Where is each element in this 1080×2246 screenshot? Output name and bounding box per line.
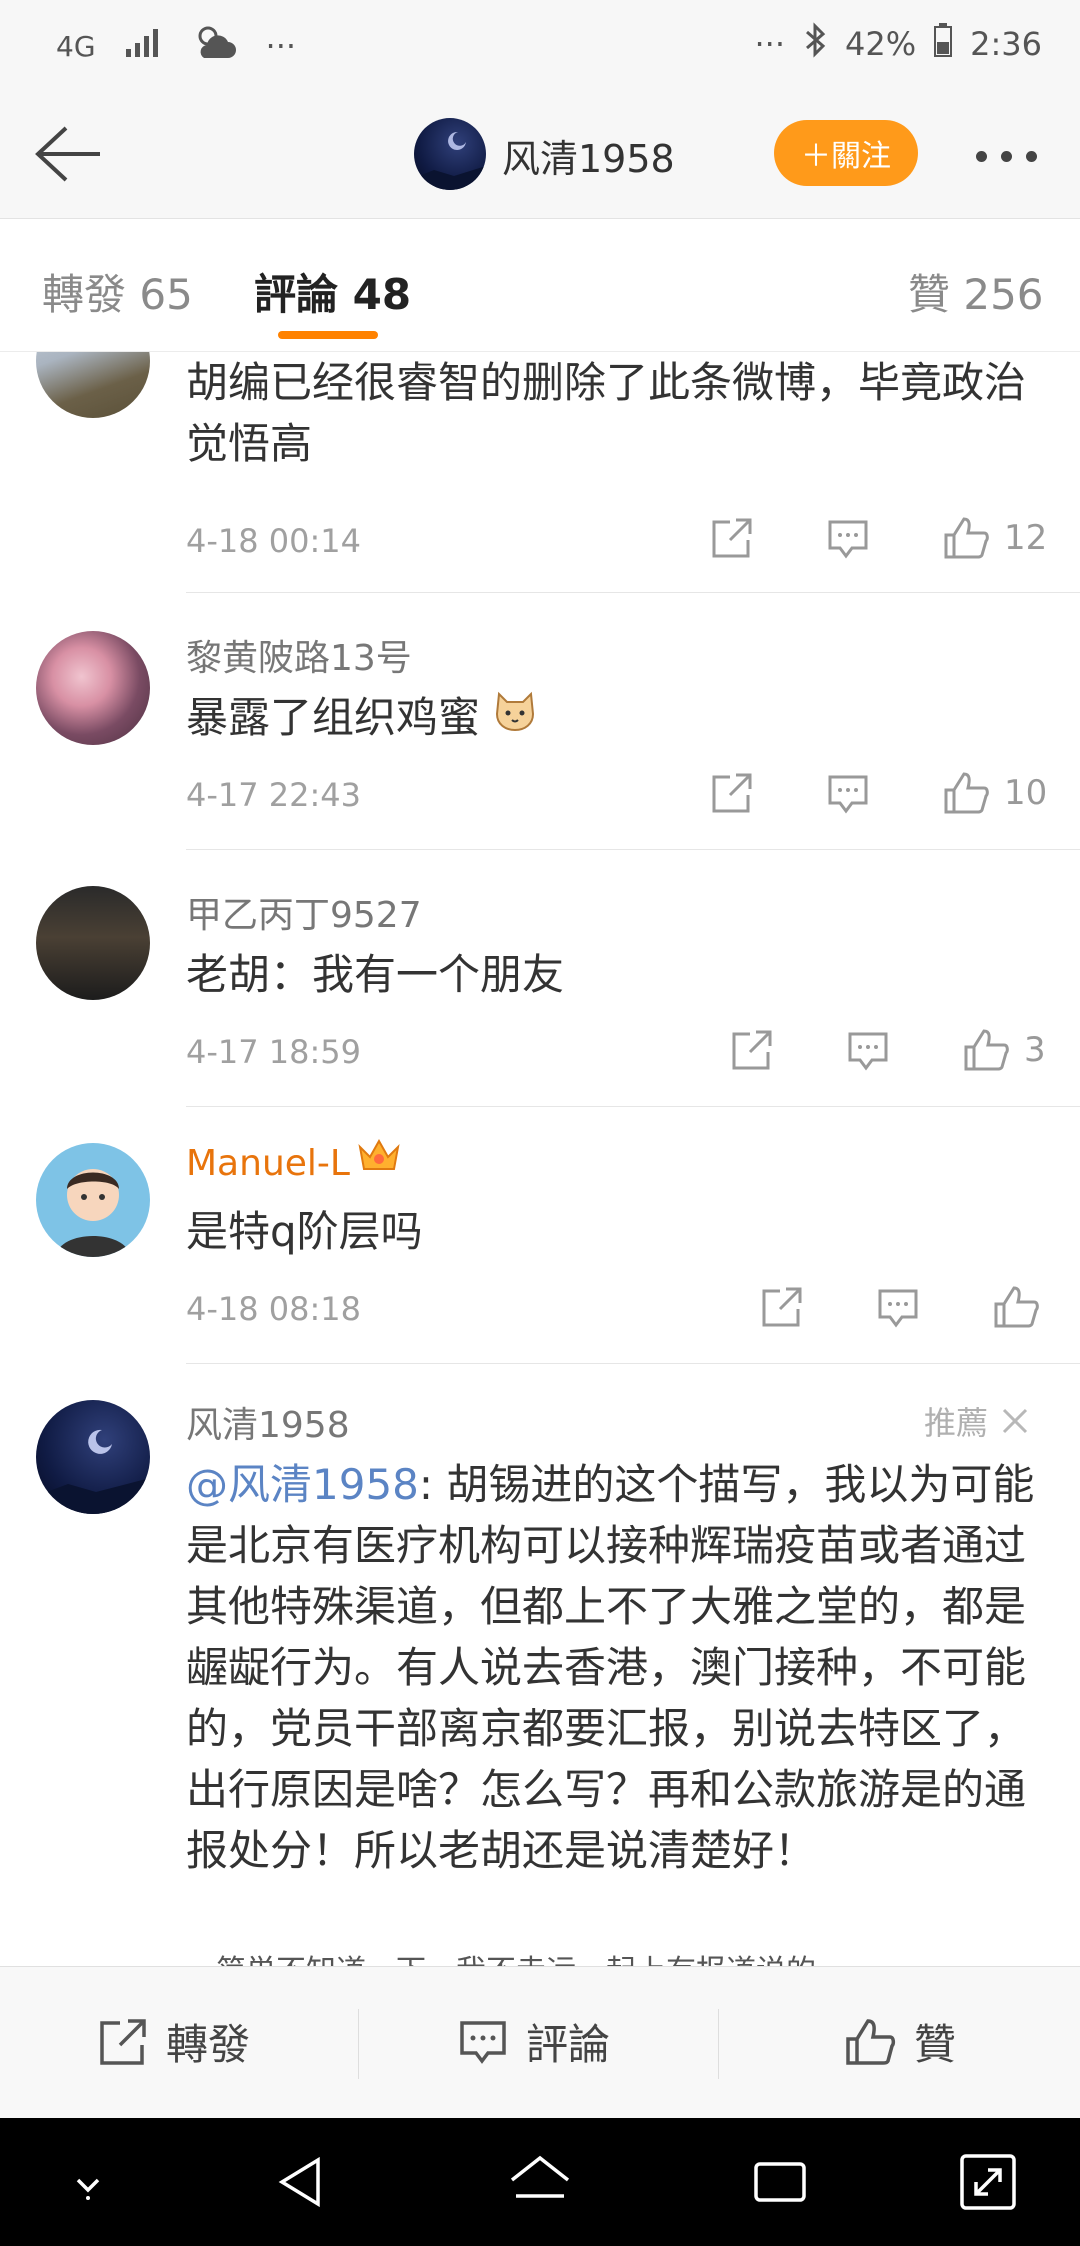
nav-recents-icon[interactable]: [744, 2146, 816, 2218]
nav-back-icon[interactable]: [266, 2146, 338, 2218]
cat-emoji-icon: [493, 691, 537, 742]
share-icon[interactable]: [760, 1285, 804, 1329]
comment-icon[interactable]: [826, 771, 870, 815]
bluetooth-icon: [803, 22, 827, 66]
like-label: 贊: [914, 2020, 957, 2069]
comment-text: 老胡：我有一个朋友: [186, 950, 565, 999]
comment-item: Manuel-L 是特q阶层吗 4-18 08:18: [0, 1107, 1080, 1364]
repost-button[interactable]: 轉發: [98, 2011, 250, 2072]
tab-comments[interactable]: 評論 48: [254, 261, 411, 322]
nav-expand-icon[interactable]: [952, 2146, 1024, 2218]
comment-item: 胡编已经很睿智的删除了此条微博，毕竟政治觉悟高 4-18 00:14 12: [0, 352, 1080, 593]
tab-likes[interactable]: 贊 256: [908, 261, 1044, 322]
weather-icon: [192, 22, 238, 70]
status-more-left: ···: [265, 27, 297, 65]
separator: [718, 2009, 719, 2079]
comment-text: 胡编已经很睿智的删除了此条微博，毕竟政治觉悟高: [186, 358, 1027, 468]
comment-item: 甲乙丙丁9527 老胡：我有一个朋友 4-17 18:59 3: [0, 850, 1080, 1107]
share-icon[interactable]: [710, 516, 754, 560]
recommend-label: 推薦: [924, 1404, 989, 1442]
like-icon[interactable]: [962, 1027, 1010, 1073]
like-icon: [846, 2018, 896, 2065]
back-button[interactable]: [28, 114, 108, 194]
like-count: 10: [1004, 773, 1048, 813]
comment-icon[interactable]: [876, 1285, 920, 1329]
commenter-name[interactable]: 黎黄陂路13号: [186, 629, 412, 681]
comment-time: 4-18 00:14: [186, 522, 362, 560]
status-bar: 4G ··· ··· 42% 2:36: [0, 0, 1080, 92]
separator: [358, 2009, 359, 2079]
commenter-avatar[interactable]: [36, 1143, 150, 1257]
commenter-name[interactable]: 甲乙丙丁9527: [186, 886, 422, 938]
share-icon[interactable]: [730, 1028, 774, 1072]
like-icon[interactable]: [942, 770, 990, 816]
share-icon[interactable]: [710, 771, 754, 815]
back-arrow-icon: [35, 126, 100, 182]
comment-icon[interactable]: [826, 516, 870, 560]
battery-percent: 42%: [845, 25, 917, 63]
commenter-avatar[interactable]: [36, 1400, 150, 1514]
like-icon[interactable]: [992, 1284, 1040, 1330]
comment-time: 4-18 08:18: [186, 1290, 362, 1328]
tab-indicator: [278, 331, 378, 339]
like-button[interactable]: 贊: [844, 2011, 956, 2072]
bottom-action-bar: 轉發 評論 贊: [0, 1966, 1080, 2119]
comment-label: 評論: [526, 2020, 611, 2069]
more-options-icon[interactable]: [976, 136, 1052, 176]
follow-button[interactable]: ＋關注: [774, 120, 918, 186]
repost-icon: [100, 2018, 146, 2065]
like-count: 3: [1024, 1030, 1046, 1070]
top-bar: 风清1958 ＋關注: [0, 92, 1080, 219]
commenter-avatar[interactable]: [36, 886, 150, 1000]
network-indicator: 4G: [56, 29, 96, 63]
comment-time: 4-17 22:43: [186, 776, 362, 814]
system-nav-bar: [0, 2118, 1080, 2246]
status-more-right: ···: [754, 25, 786, 63]
close-icon: [1002, 1408, 1028, 1434]
commenter-name[interactable]: 风清1958: [186, 1396, 350, 1448]
comment-list[interactable]: 胡编已经很睿智的删除了此条微博，毕竟政治觉悟高 4-18 00:14 12 黎黄…: [0, 352, 1080, 1966]
comment-item: 黎黄陂路13号 暴露了组织鸡蜜 4-17 22:43 10: [0, 593, 1080, 850]
commenter-name[interactable]: Manuel-L: [186, 1143, 350, 1184]
like-count: 12: [1004, 518, 1048, 558]
clock: 2:36: [970, 25, 1042, 63]
comment-text: 是特q阶层吗: [186, 1207, 423, 1256]
commenter-avatar[interactable]: [36, 352, 150, 418]
nav-home-icon[interactable]: [504, 2146, 576, 2218]
comment-item: 风清1958 推薦 @风清1958: 胡锡进的这个描写，我以为可能是北京有医疗机…: [0, 1364, 1080, 1966]
battery-icon: [934, 23, 953, 65]
comment-text: 暴露了组织鸡蜜: [186, 693, 481, 742]
commenter-avatar[interactable]: [36, 631, 150, 745]
header-avatar[interactable]: [414, 118, 486, 190]
recommend-badge[interactable]: 推薦: [924, 1398, 1030, 1444]
comment-time: 4-17 18:59: [186, 1033, 362, 1071]
comment-text: : 胡锡进的这个描写，我以为可能是北京有医疗机构可以接种辉瑞疫苗或者通过其他特殊…: [186, 1460, 1035, 1875]
tabs-bar: 轉發 65 評論 48 贊 256: [0, 219, 1080, 352]
repost-label: 轉發: [166, 2020, 251, 2069]
vip-crown-icon: [356, 1135, 402, 1181]
comment-icon[interactable]: [846, 1028, 890, 1072]
comment-button[interactable]: 評論: [458, 2011, 610, 2072]
hide-keyboard-icon[interactable]: [52, 2146, 124, 2218]
like-icon[interactable]: [942, 515, 990, 561]
header-title[interactable]: 风清1958: [502, 128, 675, 183]
truncated-line: …简単不知道…下…我不走运…起上有报道说的: [186, 1946, 816, 1966]
signal-icon: [124, 27, 164, 65]
mention-link[interactable]: @风清1958: [186, 1460, 419, 1509]
comment-icon: [460, 2020, 506, 2064]
tab-repost[interactable]: 轉發 65: [42, 261, 193, 322]
